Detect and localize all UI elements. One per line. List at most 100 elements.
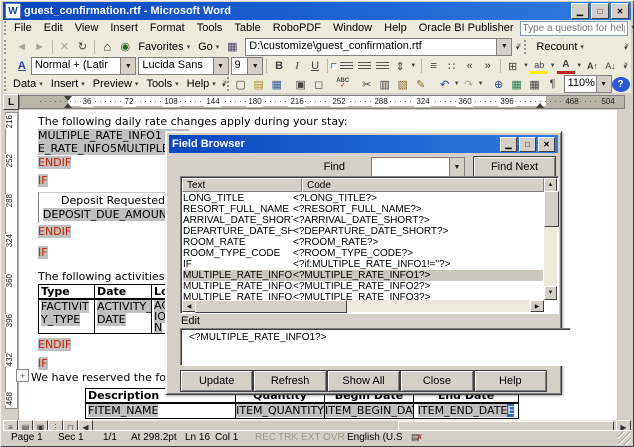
web-toolbar-grip[interactable] bbox=[4, 40, 10, 54]
formatting-toolbar-grip[interactable] bbox=[4, 59, 10, 73]
close-icon[interactable] bbox=[611, 3, 629, 19]
style-combo[interactable]: Normal + (Latir ▼ bbox=[31, 57, 137, 75]
bip-data-menu[interactable]: Data bbox=[9, 78, 47, 90]
list-item[interactable]: ROOM_TYPE_CODE<?ROOM_TYPE_CODE?> bbox=[183, 248, 543, 259]
zoom-combo[interactable]: 110% ▼ bbox=[564, 75, 612, 93]
list-item[interactable]: MULTIPLE_RATE_INFO2<?MULTIPLE_RATE_INFO2… bbox=[183, 281, 543, 292]
underline-icon[interactable]: U bbox=[306, 58, 324, 74]
stop-icon[interactable] bbox=[55, 39, 73, 55]
font-combo[interactable]: Lucida Sans ▼ bbox=[138, 57, 228, 75]
horizontal-scroll-thumb[interactable] bbox=[195, 300, 347, 313]
address-combo[interactable]: D:\customize\guest_confirmation.rtf ▼ bbox=[245, 38, 512, 56]
merge-field[interactable]: ITEM_QUANTITY bbox=[236, 404, 324, 417]
show-hide-marks-icon[interactable] bbox=[544, 76, 562, 92]
dialog-close-icon[interactable] bbox=[538, 137, 555, 152]
resize-grip[interactable] bbox=[618, 432, 631, 445]
bullet-list-icon[interactable] bbox=[443, 58, 461, 74]
maximize-icon[interactable] bbox=[591, 3, 609, 19]
paragraph[interactable]: The following activities are bbox=[38, 270, 186, 283]
close-button[interactable]: Close bbox=[400, 370, 473, 392]
insert-table-icon[interactable] bbox=[526, 76, 544, 92]
numbered-list-icon[interactable] bbox=[425, 58, 443, 74]
highlight-icon[interactable] bbox=[530, 59, 548, 74]
scroll-right-icon[interactable]: ▶ bbox=[530, 300, 544, 312]
question-input[interactable] bbox=[520, 21, 628, 36]
bip-insert-menu[interactable]: Insert bbox=[47, 78, 89, 90]
refresh-button[interactable]: Refresh bbox=[253, 370, 326, 392]
increase-indent-icon[interactable] bbox=[479, 58, 497, 74]
recount-button[interactable]: Recount bbox=[532, 41, 620, 53]
dialog-maximize-icon[interactable] bbox=[519, 137, 536, 152]
chevron-down-icon[interactable]: ▼ bbox=[596, 76, 611, 92]
merge-field[interactable]: FACTIVIT Y_TYPE bbox=[41, 300, 89, 326]
grow-font-icon[interactable] bbox=[583, 58, 601, 74]
paragraph[interactable]: We have reserved the follo bbox=[31, 371, 179, 384]
font-size-combo[interactable]: 9 ▼ bbox=[231, 57, 264, 75]
print-icon[interactable] bbox=[292, 76, 310, 92]
menu-table[interactable]: Table bbox=[228, 21, 266, 35]
chevron-down-icon[interactable]: ▼ bbox=[628, 21, 634, 36]
bip-toolbar-grip[interactable] bbox=[4, 77, 6, 91]
new-document-icon[interactable] bbox=[232, 76, 250, 92]
toolbar-options-icon[interactable] bbox=[620, 58, 632, 74]
paste-icon[interactable] bbox=[394, 76, 412, 92]
toolbar-options-icon[interactable] bbox=[512, 39, 523, 55]
menu-insert[interactable]: Insert bbox=[104, 21, 144, 35]
help-button[interactable]: Help bbox=[474, 370, 547, 392]
styles-and-formatting-icon[interactable] bbox=[13, 58, 31, 74]
bip-preview-menu[interactable]: Preview bbox=[89, 78, 143, 90]
bold-icon[interactable]: B bbox=[270, 58, 288, 74]
format-painter-icon[interactable] bbox=[412, 76, 430, 92]
status-rec[interactable]: REC bbox=[255, 432, 276, 443]
borders-icon[interactable] bbox=[504, 58, 522, 74]
menu-robopdf[interactable]: RoboPDF bbox=[267, 21, 327, 35]
shrink-font-icon[interactable] bbox=[601, 58, 619, 74]
table-move-handle[interactable] bbox=[16, 369, 29, 382]
menu-oracle-bi-publisher[interactable]: Oracle BI Publisher bbox=[413, 21, 520, 35]
insert-worksheet-icon[interactable] bbox=[508, 76, 526, 92]
dialog-minimize-icon[interactable] bbox=[500, 137, 517, 152]
right-indent-marker[interactable] bbox=[536, 103, 544, 108]
ruler-bar[interactable]: 36 72 108 144 180 216 252 288 324 360 39… bbox=[19, 95, 625, 109]
open-icon[interactable] bbox=[250, 76, 268, 92]
chevron-down-icon[interactable]: ▼ bbox=[496, 39, 511, 55]
list-item[interactable]: ARRIVAL_DATE_SHORT<?ARRIVAL_DATE_SHORT?> bbox=[183, 215, 543, 226]
save-icon[interactable] bbox=[268, 76, 286, 92]
line-spacing-icon[interactable] bbox=[391, 58, 409, 74]
list-item[interactable]: MULTIPLE_RATE_INFO3<?MULTIPLE_RATE_INFO3… bbox=[183, 292, 543, 300]
font-color-icon[interactable] bbox=[557, 59, 575, 74]
merge-field[interactable]: DEPOSIT_DUE_AMOUN bbox=[43, 208, 167, 221]
cut-icon[interactable] bbox=[358, 76, 376, 92]
list-item[interactable]: LONG_TITLE<?LONG_TITLE?> bbox=[183, 193, 543, 204]
undo-icon[interactable] bbox=[436, 76, 454, 92]
toolbar-options-icon[interactable] bbox=[222, 76, 226, 92]
redo-icon[interactable] bbox=[460, 76, 478, 92]
chevron-down-icon[interactable]: ▼ bbox=[247, 58, 262, 74]
field-list[interactable]: Text Code LONG_TITLE<?LONG_TITLE?> RESOR… bbox=[180, 176, 559, 314]
find-next-button[interactable]: Find Next bbox=[473, 156, 556, 178]
italic-icon[interactable]: I bbox=[288, 58, 306, 74]
merge-field[interactable]: ACTIVITY_ DATE bbox=[97, 300, 152, 326]
home-icon[interactable] bbox=[98, 39, 116, 55]
status-ovr[interactable]: OVR bbox=[323, 432, 345, 443]
menubar-grip[interactable] bbox=[4, 21, 6, 35]
list-item-selected[interactable]: MULTIPLE_RATE_INFO1<?MULTIPLE_RATE_INFO1… bbox=[183, 270, 543, 281]
menu-edit[interactable]: Edit bbox=[38, 21, 69, 35]
web-search-icon[interactable] bbox=[116, 39, 134, 55]
chevron-down-icon[interactable]: ▼ bbox=[120, 58, 135, 74]
insert-hyperlink-icon[interactable] bbox=[490, 76, 508, 92]
vertical-scroll-thumb[interactable] bbox=[544, 191, 559, 227]
copy-icon[interactable] bbox=[376, 76, 394, 92]
table-cell[interactable]: Deposit Requested bbox=[61, 194, 165, 207]
if-field[interactable]: IF bbox=[38, 357, 48, 370]
bip-help-menu[interactable]: Help bbox=[183, 78, 220, 90]
recount-toolbar-grip[interactable] bbox=[524, 40, 530, 54]
update-button[interactable]: Update bbox=[180, 370, 253, 392]
align-center-icon[interactable] bbox=[337, 58, 355, 74]
chevron-down-icon[interactable]: ▼ bbox=[213, 58, 228, 74]
minimize-icon[interactable] bbox=[571, 3, 589, 19]
show-all-button[interactable]: Show All bbox=[327, 370, 400, 392]
list-item[interactable]: RESORT_FULL_NAME<?RESORT_FULL_NAME?> bbox=[183, 204, 543, 215]
menu-view[interactable]: View bbox=[69, 21, 105, 35]
end-for-each-field[interactable]: E bbox=[507, 404, 514, 417]
